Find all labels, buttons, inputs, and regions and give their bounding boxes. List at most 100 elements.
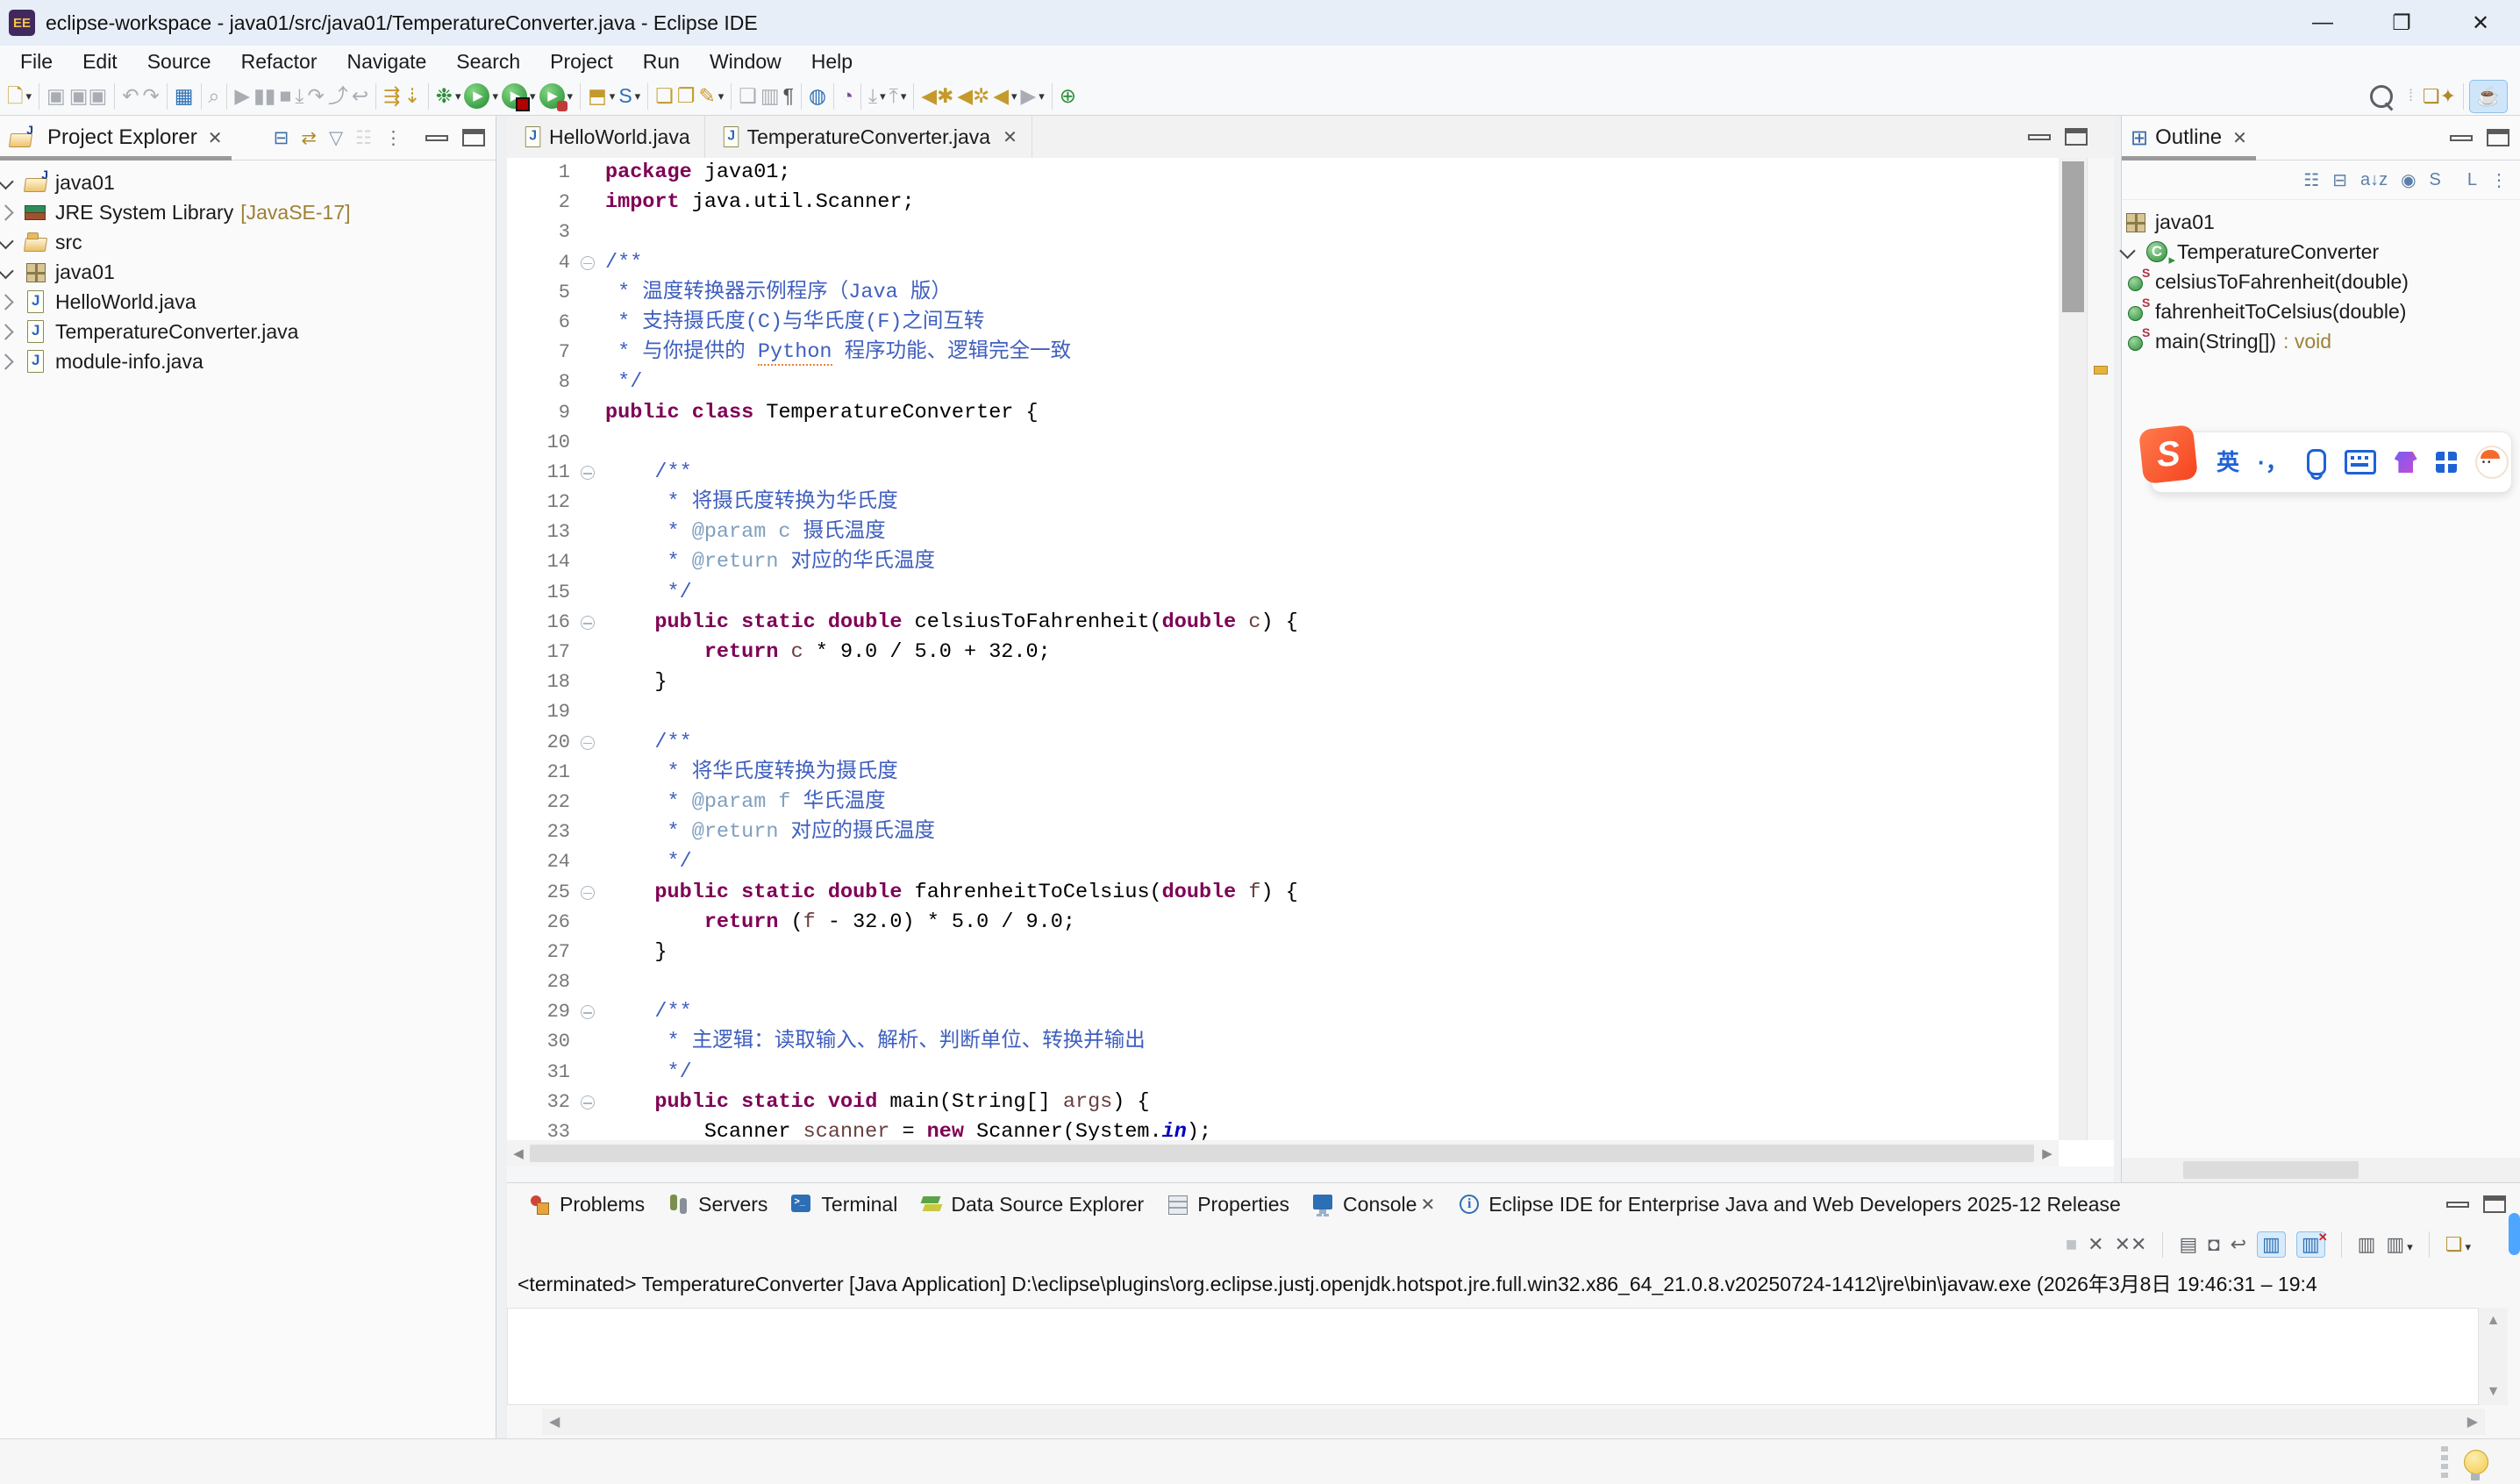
terminate-button[interactable]: ■▾ [2066,1233,2077,1256]
dropdown-caret-icon[interactable]: ▾ [1011,89,1017,103]
outline-tab[interactable]: ⊞ Outline ✕ [2122,116,2256,160]
tree-item[interactable]: java01 [0,257,496,287]
tree-chevron-icon[interactable] [0,232,14,248]
search-icon[interactable] [2370,85,2393,108]
sort-button[interactable]: a↓z [2360,170,2388,190]
editor-vertical-scrollbar[interactable] [2059,158,2088,1140]
tree-chevron-icon[interactable] [0,262,14,278]
tab-data-source-explorer[interactable]: Data Source Explorer ✕ [909,1183,1155,1225]
tree-chevron-icon[interactable] [0,353,14,369]
ime-assistant-icon[interactable] [2475,446,2509,479]
pin-console-button[interactable]: ▥▾ [2358,1233,2376,1256]
notification-bulb-icon[interactable] [2464,1450,2488,1474]
outline-item[interactable]: celsiusToFahrenheit(double) [2122,267,2520,296]
project-explorer-tab[interactable]: Project Explorer ✕ [0,116,232,160]
tab-console[interactable]: Console ✕ [1301,1183,1446,1225]
dropdown-caret-icon[interactable]: ▾ [635,89,641,103]
maximize-view-icon[interactable] [2483,1195,2506,1213]
warning-marker[interactable] [2094,366,2108,375]
close-icon[interactable]: ✕ [2232,127,2247,149]
clear-console-button[interactable]: ▤▾ [2179,1233,2197,1256]
menu-item[interactable]: Source [132,50,226,74]
dropdown-caret-icon[interactable]: ▾ [610,89,616,103]
menu-item[interactable]: Navigate [332,50,442,74]
scroll-lock-button[interactable]: ◘▾ [2208,1233,2219,1256]
outline-item[interactable]: java01 [2122,207,2520,237]
skin-icon[interactable] [2395,452,2417,473]
menu-item[interactable]: File [5,50,68,74]
dropdown-caret-icon[interactable]: ▾ [568,89,574,103]
minimize-editor-icon[interactable] [2028,134,2051,140]
close-icon[interactable]: ✕ [208,127,223,149]
menu-item[interactable]: Edit [68,50,132,74]
menu-item[interactable]: Window [695,50,796,74]
dropdown-caret-icon[interactable]: ▾ [718,89,725,103]
minimize-view-icon[interactable] [2450,135,2473,141]
scrollbar-thumb[interactable] [2062,161,2084,312]
scroll-left-icon[interactable]: ◀ [507,1145,530,1161]
tree-item[interactable]: src [0,227,496,257]
minimize-view-icon[interactable] [2446,1202,2469,1208]
open-perspective-button[interactable]: ❏✦ [2421,81,2458,112]
minimize-view-icon[interactable] [425,135,448,141]
maximize-view-icon[interactable] [462,129,485,146]
focus-icon[interactable]: ☷ [355,127,372,149]
tab-welcome-info[interactable]: Eclipse IDE for Enterprise Java and Web … [1446,1183,2132,1225]
java-perspective-button[interactable]: ☕ [2469,80,2508,113]
focus-button[interactable]: ☷ [2303,169,2319,191]
tab-properties[interactable]: Properties ✕ [1155,1183,1301,1225]
open-console-button[interactable]: ❏▾ [2445,1233,2471,1256]
tree-chevron-icon[interactable] [0,204,14,220]
ime-language-toggle[interactable]: 英 [2217,451,2239,474]
hide-static-button[interactable]: S [2430,170,2441,190]
microphone-icon[interactable] [2307,449,2326,475]
sogou-logo-icon[interactable]: S [2138,425,2198,484]
sash-editor-outline[interactable] [2114,116,2121,1182]
editor-horizontal-scrollbar[interactable]: ◀ ▶ [507,1140,2059,1167]
dropdown-caret-icon[interactable]: ▾ [492,89,498,103]
collapse-all-icon[interactable]: ⊟ [274,127,289,149]
menu-item[interactable]: Search [441,50,535,74]
outline-horizontal-scrollbar[interactable] [2122,1158,2520,1182]
tree-item[interactable]: JRE System Library [JavaSE-17] [0,197,496,227]
tree-chevron-icon[interactable] [0,294,14,310]
view-menu-icon[interactable]: ⋮ [384,127,403,149]
link-with-editor-icon[interactable]: ⇄ [301,127,317,149]
show-on-stderr-button[interactable]: ▥✕▾ [2296,1231,2325,1258]
hide-local-types-button[interactable]: L [2467,170,2477,190]
close-tab-icon[interactable]: ✕ [1003,126,1017,148]
scrollbar-thumb[interactable] [2183,1161,2359,1179]
tree-item[interactable]: TemperatureConverter.java [0,317,496,346]
remove-all-terminated-button[interactable]: ✕✕▾ [2115,1233,2147,1256]
fold-collapse-icon[interactable] [581,466,595,480]
menu-item[interactable]: Run [628,50,695,74]
tree-item[interactable]: module-info.java [0,346,496,376]
tree-chevron-icon[interactable] [0,173,14,189]
tree-item[interactable]: java01 [0,168,496,197]
menu-item[interactable]: Refactor [226,50,332,74]
tab-terminal[interactable]: Terminal ✕ [779,1183,909,1225]
fold-collapse-icon[interactable] [581,256,595,270]
view-menu-button[interactable]: ⋮ [2490,169,2508,191]
tree-chevron-icon[interactable] [0,324,14,339]
word-wrap-button[interactable]: ↩▾ [2231,1233,2246,1256]
fold-collapse-icon[interactable] [581,616,595,630]
keyboard-icon[interactable] [2345,450,2376,474]
remove-launch-button[interactable]: ✕▾ [2088,1233,2103,1256]
ime-punctuation-toggle[interactable]: ·， [2258,451,2288,474]
menu-item[interactable]: Project [535,50,628,74]
fold-collapse-icon[interactable] [581,736,595,750]
dropdown-caret-icon[interactable]: ▾ [530,89,536,103]
ime-apps-icon[interactable] [2436,452,2457,473]
dropdown-caret-icon[interactable]: ▾ [880,89,886,103]
console-output[interactable] [507,1308,2479,1405]
menu-item[interactable]: Help [796,50,867,74]
dropdown-caret-icon[interactable]: ▾ [1039,89,1045,103]
outline-item[interactable]: main(String[]) : void [2122,326,2520,356]
close-icon[interactable]: ✕ [1420,1194,1435,1216]
display-console-button[interactable]: ▥▾ [2386,1233,2412,1256]
console-horizontal-scrollbar[interactable]: ◀▶ [542,1409,2485,1435]
scrollbar-thumb[interactable] [530,1145,2034,1162]
hide-fields-button[interactable]: ◉ [2401,169,2416,191]
tab-problems[interactable]: Problems ✕ [518,1183,656,1225]
